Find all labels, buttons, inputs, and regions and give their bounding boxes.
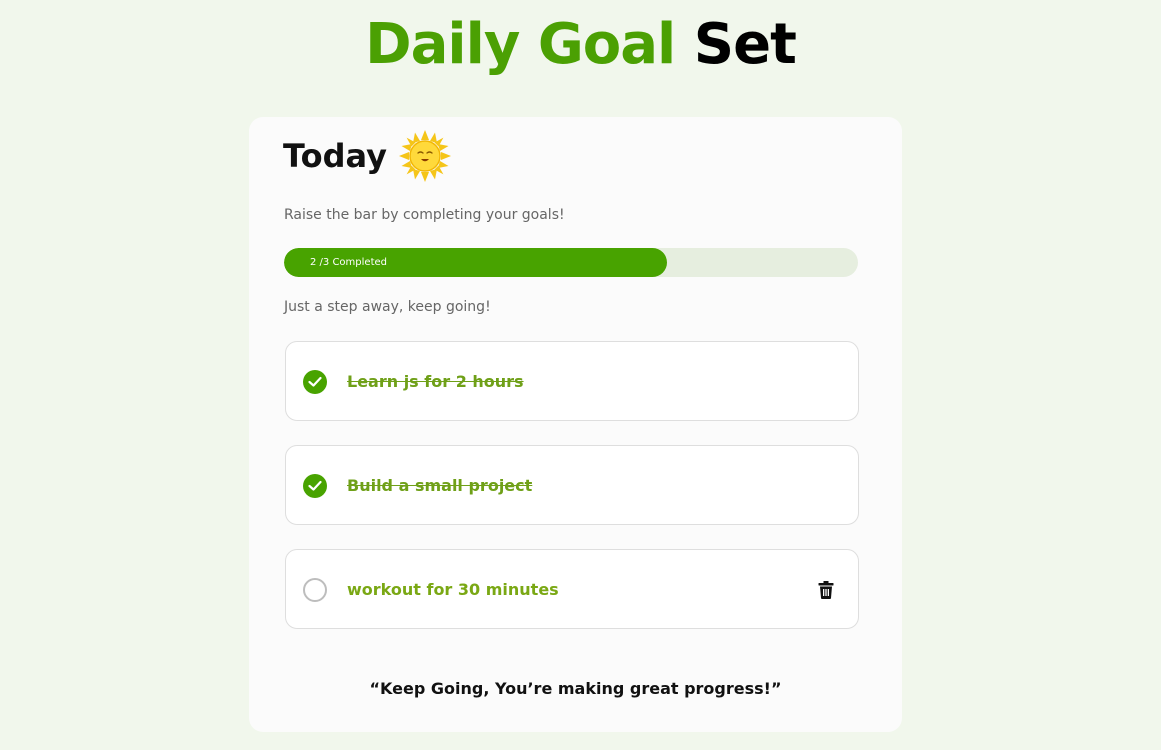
progress-bar-fill: 2 /3 Completed	[284, 248, 667, 277]
page-title-accent: Daily Goal	[365, 12, 676, 77]
check-icon	[308, 480, 322, 491]
goal-label: Learn js for 2 hours	[347, 372, 524, 391]
trash-icon[interactable]	[818, 581, 834, 599]
page-title: Daily Goal Set	[0, 12, 1161, 78]
goal-checkbox[interactable]	[303, 474, 327, 498]
goal-item[interactable]: workout for 30 minutes	[285, 549, 859, 629]
goal-item[interactable]: Learn js for 2 hours	[285, 341, 859, 421]
progress-bar: 2 /3 Completed	[284, 248, 858, 277]
goal-checkbox[interactable]	[303, 578, 327, 602]
goals-card: Today Raise the bar by completing your g…	[249, 117, 902, 732]
goal-item[interactable]: Build a small project	[285, 445, 859, 525]
card-header: Today	[283, 130, 451, 182]
card-title: Today	[283, 137, 387, 175]
encouragement-text: Just a step away, keep going!	[284, 299, 491, 315]
goal-label: Build a small project	[347, 476, 533, 495]
page-title-rest: Set	[693, 12, 797, 77]
sun-icon	[398, 130, 451, 182]
goal-label: workout for 30 minutes	[347, 580, 559, 599]
card-subtitle: Raise the bar by completing your goals!	[284, 207, 565, 223]
goal-checkbox[interactable]	[303, 370, 327, 394]
progress-label: 2 /3 Completed	[310, 257, 387, 268]
check-icon	[308, 376, 322, 387]
motivational-quote: “Keep Going, You’re making great progres…	[369, 679, 782, 698]
